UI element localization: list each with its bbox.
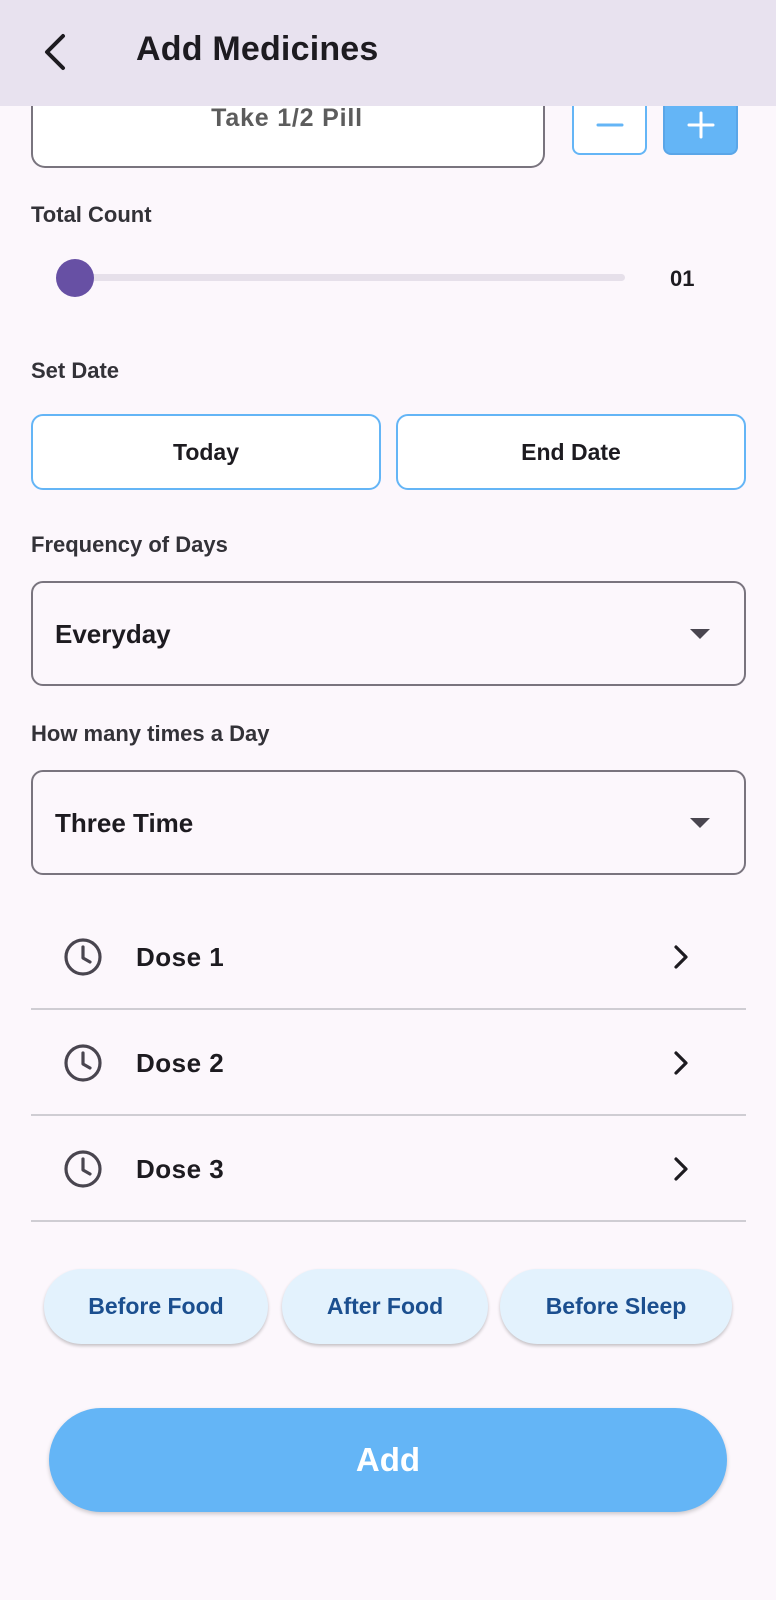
chevron-right-icon	[674, 1051, 688, 1075]
chip-before-sleep[interactable]: Before Sleep	[500, 1269, 732, 1344]
dropdown-arrow-icon	[690, 629, 710, 639]
app-bar: Add Medicines	[0, 0, 776, 106]
dropdown-arrow-icon	[690, 818, 710, 828]
dose-label: Dose 2	[136, 1048, 225, 1078]
end-date-button[interactable]: End Date	[396, 414, 746, 490]
pill-amount-text: Take 1/2 Pill	[211, 104, 363, 132]
times-per-day-label: How many times a Day	[31, 721, 270, 746]
dose-row-2[interactable]: Dose 2	[31, 1010, 746, 1116]
start-date-button[interactable]: Today	[31, 414, 381, 490]
total-count-slider-track[interactable]	[75, 274, 625, 281]
chip-before-food[interactable]: Before Food	[44, 1269, 268, 1344]
dose-label: Dose 1	[136, 942, 225, 972]
frequency-selected-value: Everyday	[55, 619, 171, 649]
dose-row-3[interactable]: Dose 3	[31, 1116, 746, 1222]
page-title: Add Medicines	[136, 30, 379, 68]
arrow-back-icon	[45, 34, 65, 70]
clock-icon	[64, 1044, 102, 1082]
total-count-value: 01	[670, 266, 695, 291]
frequency-label: Frequency of Days	[31, 532, 228, 557]
add-button[interactable]: Add	[49, 1408, 727, 1512]
back-button[interactable]	[30, 24, 78, 80]
times-per-day-dropdown[interactable]: Three Time	[31, 770, 746, 875]
total-count-slider-thumb[interactable]	[56, 259, 94, 297]
clock-icon	[64, 938, 102, 976]
chevron-right-icon	[674, 945, 688, 969]
chip-after-food[interactable]: After Food	[282, 1269, 488, 1344]
total-count-label: Total Count	[31, 202, 152, 227]
clock-icon	[64, 1150, 102, 1188]
times-per-day-selected-value: Three Time	[55, 808, 194, 838]
plus-icon	[687, 111, 714, 138]
set-date-label: Set Date	[31, 358, 120, 383]
dose-label: Dose 3	[136, 1154, 225, 1184]
dose-row-1[interactable]: Dose 1	[31, 904, 746, 1010]
frequency-dropdown[interactable]: Everyday	[31, 581, 746, 686]
chevron-right-icon	[674, 1157, 688, 1181]
minus-icon	[596, 123, 623, 126]
